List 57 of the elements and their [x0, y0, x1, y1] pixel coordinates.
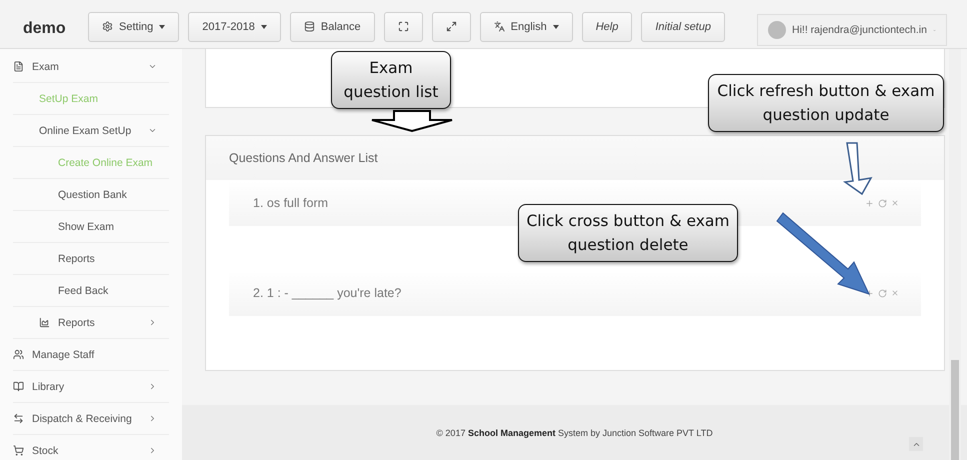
toolbar-button[interactable]: Setting [88, 12, 180, 42]
sidebar-item[interactable]: Question Bank [13, 179, 169, 211]
user-menu[interactable]: Hi!! rajendra@junctiontech.in [757, 14, 947, 46]
toolbar-button[interactable]: English [480, 12, 573, 42]
scroll-top-button[interactable] [909, 437, 923, 451]
callout: Click cross button & exam question delete [518, 204, 738, 262]
refresh-icon[interactable] [878, 288, 887, 298]
footer-text: © 2017 School Management System by Junction Software PVT LTD [436, 428, 713, 438]
sidebar-item[interactable]: Manage Staff [13, 339, 169, 371]
close-icon[interactable] [891, 198, 899, 208]
chevron-right-icon [148, 414, 157, 423]
menu-icon [13, 445, 24, 456]
button-icon [494, 21, 505, 32]
callout: Exam question list [331, 51, 451, 109]
menu-icon [39, 317, 50, 328]
caret-icon [260, 24, 267, 28]
chevron-right-icon [148, 446, 157, 455]
menu-icon [13, 381, 24, 392]
button-icon [304, 21, 315, 32]
sidebar-item[interactable]: Exam [13, 51, 169, 83]
toolbar-button[interactable]: Initial setup [641, 12, 725, 42]
chevron-down-icon [148, 126, 157, 135]
panel-title: Questions And Answer List [229, 151, 378, 165]
down-arrow-icon [370, 110, 454, 132]
scrollbar[interactable] [949, 49, 961, 460]
sidebar-item[interactable]: Library [13, 371, 169, 403]
chevron-right-icon [148, 318, 157, 327]
menu-icon [13, 413, 24, 424]
sidebar-item[interactable]: Reports [13, 243, 169, 275]
toolbar-button[interactable]: 2017-2018 [188, 12, 281, 42]
menu-icon [13, 349, 24, 360]
sidebar-item[interactable]: Stock [13, 435, 169, 460]
button-icon [102, 21, 113, 32]
menu-icon [13, 61, 24, 72]
expand-icon [446, 21, 457, 32]
close-icon[interactable] [891, 288, 899, 298]
sidebar-item[interactable]: Feed Back [13, 275, 169, 307]
diagonal-arrow-icon [776, 212, 871, 296]
sidebar-item[interactable]: Online Exam SetUp [13, 115, 169, 147]
chevron-right-icon [148, 382, 157, 391]
avatar-icon [768, 21, 786, 39]
question-text: 2. 1 : - ______ you're late? [253, 286, 402, 300]
icon-button[interactable] [384, 12, 423, 42]
caret-icon [552, 24, 559, 28]
toolbar-button[interactable]: Help [582, 12, 632, 42]
fullscreen-icon [398, 21, 409, 32]
caret-icon [159, 24, 166, 28]
toolbar-button[interactable]: Balance [290, 12, 375, 42]
icon-button[interactable] [432, 12, 471, 42]
brand-name: demo [22, 20, 67, 38]
chevron-down-icon [148, 62, 157, 71]
sidebar-item[interactable]: Dispatch & Receiving [13, 403, 169, 435]
callout: Click refresh button & exam question update [708, 74, 944, 132]
refresh-icon[interactable] [878, 198, 887, 208]
sidebar-item[interactable]: Show Exam [13, 211, 169, 243]
question-text: 1. os full form [253, 196, 330, 210]
sidebar-item[interactable]: Reports [13, 307, 169, 339]
